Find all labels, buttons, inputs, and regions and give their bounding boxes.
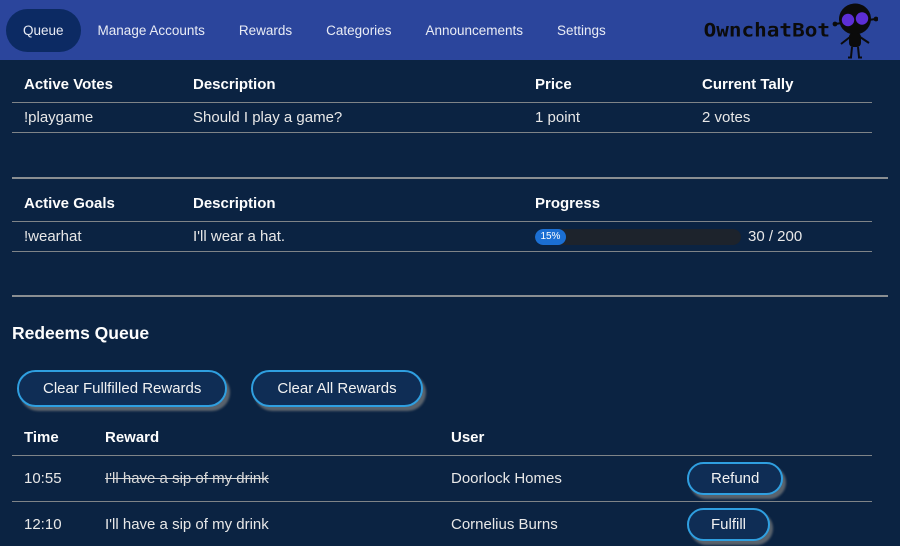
table-row: 12:10 I'll have a sip of my drink Cornel…	[12, 502, 872, 546]
redeems-table: Time Reward User 10:55 I'll have a sip o…	[12, 421, 872, 546]
col-header-current-tally: Current Tally	[702, 60, 872, 103]
col-header-action	[687, 421, 872, 456]
app-logo: OwnchatBot	[704, 0, 878, 60]
table-row: !playgame Should I play a game? 1 point …	[12, 103, 872, 133]
redeem-time: 10:55	[12, 456, 105, 502]
redeems-queue-title: Redeems Queue	[12, 323, 900, 344]
redeem-user: Cornelius Burns	[451, 502, 687, 546]
tab-rewards[interactable]: Rewards	[222, 9, 309, 52]
active-votes-section: Active Votes Description Price Current T…	[0, 60, 900, 133]
tab-manage-accounts[interactable]: Manage Accounts	[81, 9, 222, 52]
col-header-description: Description	[193, 179, 535, 222]
vote-description: Should I play a game?	[193, 103, 535, 133]
divider	[12, 295, 888, 297]
fulfill-button[interactable]: Fulfill	[687, 508, 770, 541]
vote-price: 1 point	[535, 103, 702, 133]
redeems-actions: Clear Fullfilled Rewards Clear All Rewar…	[17, 370, 900, 407]
goal-command: !wearhat	[12, 222, 193, 252]
vote-tally: 2 votes	[702, 103, 872, 133]
active-votes-table: Active Votes Description Price Current T…	[12, 60, 872, 133]
tab-announcements[interactable]: Announcements	[408, 9, 540, 52]
goal-progress: 15% 30 / 200	[535, 228, 872, 245]
active-goals-section: Active Goals Description Progress !wearh…	[0, 179, 900, 252]
clear-all-rewards-button[interactable]: Clear All Rewards	[251, 370, 422, 407]
active-votes-header-row: Active Votes Description Price Current T…	[12, 60, 872, 103]
active-goals-table: Active Goals Description Progress !wearh…	[12, 179, 872, 252]
refund-button[interactable]: Refund	[687, 462, 783, 495]
progress-bar-track: 15%	[535, 229, 741, 245]
col-header-progress: Progress	[535, 179, 872, 222]
robot-mascot-icon	[832, 2, 878, 60]
goal-description: I'll wear a hat.	[193, 222, 535, 252]
redeem-reward: I'll have a sip of my drink	[105, 502, 451, 546]
table-row: 10:55 I'll have a sip of my drink Doorlo…	[12, 456, 872, 502]
table-row: !wearhat I'll wear a hat. 15% 30 / 200	[12, 222, 872, 252]
col-header-reward: Reward	[105, 421, 451, 456]
tab-queue[interactable]: Queue	[6, 9, 81, 52]
redeem-user: Doorlock Homes	[451, 456, 687, 502]
col-header-active-votes: Active Votes	[12, 60, 193, 103]
col-header-description: Description	[193, 60, 535, 103]
redeem-time: 12:10	[12, 502, 105, 546]
redeems-queue-section: Redeems Queue Clear Fullfilled Rewards C…	[0, 323, 900, 546]
clear-fulfilled-rewards-button[interactable]: Clear Fullfilled Rewards	[17, 370, 227, 407]
col-header-user: User	[451, 421, 687, 456]
tab-settings[interactable]: Settings	[540, 9, 623, 52]
col-header-time: Time	[12, 421, 105, 456]
col-header-active-goals: Active Goals	[12, 179, 193, 222]
vote-command: !playgame	[12, 103, 193, 133]
col-header-price: Price	[535, 60, 702, 103]
active-goals-header-row: Active Goals Description Progress	[12, 179, 872, 222]
progress-fraction: 30 / 200	[748, 228, 802, 245]
redeem-reward: I'll have a sip of my drink	[105, 456, 451, 502]
progress-bar-fill: 15%	[535, 229, 566, 245]
redeems-header-row: Time Reward User	[12, 421, 872, 456]
tab-categories[interactable]: Categories	[309, 9, 408, 52]
logo-text: OwnchatBot	[704, 19, 830, 41]
navbar: Queue Manage Accounts Rewards Categories…	[0, 0, 900, 60]
